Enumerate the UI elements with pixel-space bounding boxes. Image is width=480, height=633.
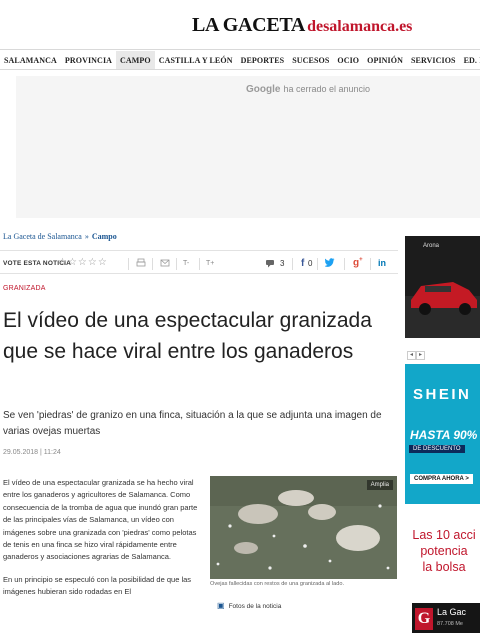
toolbar-divider	[317, 258, 318, 270]
promo-line: potencia	[420, 544, 468, 558]
nav-item-sucesos[interactable]: SUCESOS	[288, 51, 333, 69]
article-body: El vídeo de una espectacular granizada s…	[3, 477, 199, 599]
rating-stars[interactable]: ☆☆☆☆☆	[58, 257, 108, 268]
nav-item-salamanca[interactable]: SALAMANCA	[0, 51, 61, 69]
ad-next-button[interactable]: ▸	[416, 351, 425, 360]
shein-offer: HASTA 90%	[410, 428, 478, 442]
photos-link-label: Fotos de la noticia	[228, 603, 282, 610]
car-ad[interactable]: Arona	[405, 236, 480, 338]
masthead: LA GACETA desalamanca.es	[0, 0, 480, 48]
toolbar-divider	[344, 258, 345, 270]
enlarge-photo-button[interactable]: Amplia	[366, 480, 393, 490]
print-icon[interactable]	[136, 258, 146, 270]
promo-line: la bolsa	[422, 560, 466, 574]
google-plus-icon[interactable]: g+	[353, 257, 363, 268]
closed-ad-banner: Google ha cerrado el anuncio	[16, 76, 480, 218]
article-headline: El vídeo de una espectacular granizada q…	[3, 309, 372, 363]
logo-sub-text: desalamanca.es	[307, 18, 413, 35]
shein-logo: SHEIN	[413, 386, 472, 403]
font-decrease-button[interactable]: T-	[183, 260, 189, 267]
breadcrumb-divider	[0, 250, 398, 251]
ad-closed-notice: Google ha cerrado el anuncio	[246, 84, 370, 95]
breadcrumb: La Gaceta de Salamanca» Campo	[3, 232, 117, 241]
shein-ad[interactable]: SHEIN HASTA 90% DE DESCUENTO COMPRA AHOR…	[405, 364, 480, 504]
main-nav: SALAMANCA PROVINCIA CAMPO CASTILLA Y LEÓN DE…	[0, 49, 480, 70]
article-toolbar: VOTE ESTA NOTICIA ☆☆☆☆☆ T- T+ 3 f 0 g+ i…	[0, 256, 398, 274]
la-gaceta-promo-title: La Gac	[437, 607, 467, 617]
toolbar-divider	[292, 258, 293, 270]
font-increase-button[interactable]: T+	[206, 260, 214, 267]
article-subhead: Se ven 'piedras' de granizo en una finca…	[3, 410, 382, 437]
nav-item-deportes[interactable]: DEPORTES	[237, 51, 289, 69]
car-ad-image	[405, 236, 480, 338]
sheep-hail-photo	[210, 476, 397, 579]
article-paragraph: En un principio se especuló con la posib…	[3, 574, 192, 597]
nav-item-provincia[interactable]: PROVINCIA	[61, 51, 116, 69]
breadcrumb-current-link[interactable]: Campo	[92, 232, 117, 241]
ad-prev-button[interactable]: ◂	[407, 351, 416, 360]
toolbar-divider	[199, 258, 200, 270]
toolbar-divider	[176, 258, 177, 270]
car-ad-brand: Arona	[423, 243, 440, 249]
google-wordmark: Google	[246, 84, 281, 95]
promo-link[interactable]: Las 10 acci potencia la bolsa	[408, 527, 480, 575]
linkedin-icon[interactable]: in	[378, 258, 386, 268]
nav-item-ocio[interactable]: OCIO	[333, 51, 363, 69]
ad-carousel-controls: ◂ ▸	[407, 351, 427, 360]
nav-item-opinion[interactable]: OPINIÓN	[363, 51, 407, 69]
article-paragraph: El vídeo de una espectacular granizada s…	[3, 478, 198, 562]
toolbar-divider	[370, 258, 371, 270]
comment-count: 3	[280, 259, 285, 268]
email-icon[interactable]	[160, 258, 170, 270]
facebook-share-count: 0	[308, 259, 313, 268]
breadcrumb-separator: »	[84, 232, 89, 241]
article-photo[interactable]: Amplia	[210, 476, 397, 579]
article-date: 29.05.2018 | 11:24	[3, 449, 61, 456]
comments-icon[interactable]	[266, 259, 277, 270]
camera-icon: ▣	[217, 601, 225, 610]
breadcrumb-home-link[interactable]: La Gaceta de Salamanca	[3, 232, 82, 241]
shein-desc: DE DESCUENTO	[409, 445, 465, 453]
site-logo[interactable]: LA GACETA desalamanca.es	[192, 14, 412, 37]
photo-caption: Ovejas fallecidas con restos de una gran…	[210, 581, 345, 587]
nav-item-castilla-y-leon[interactable]: CASTILLA Y LEÓN	[155, 51, 237, 69]
nav-item-campo[interactable]: CAMPO	[116, 51, 155, 69]
nav-item-servicios[interactable]: SERVICIOS	[407, 51, 460, 69]
la-gaceta-g-logo: G	[415, 608, 433, 630]
logo-main-text: LA GACETA	[192, 14, 306, 36]
shein-cta-button[interactable]: COMPRA AHORA >	[410, 474, 473, 484]
la-gaceta-promo-sub: 87.708 Me	[437, 621, 463, 627]
promo-line: Las 10 acci	[412, 528, 476, 542]
toolbar-divider	[152, 258, 153, 270]
twitter-icon[interactable]	[324, 258, 335, 270]
article-kicker: GRANIZADA	[3, 285, 46, 292]
photos-link[interactable]: ▣ Fotos de la noticia	[217, 601, 281, 610]
la-gaceta-promo[interactable]: G La Gac 87.708 Me	[412, 603, 480, 633]
nav-item-edicion-impresa[interactable]: ED. IM	[460, 51, 480, 69]
ad-closed-text: ha cerrado el anuncio	[283, 84, 371, 94]
facebook-icon[interactable]: f	[301, 258, 304, 269]
toolbar-divider	[128, 258, 129, 270]
